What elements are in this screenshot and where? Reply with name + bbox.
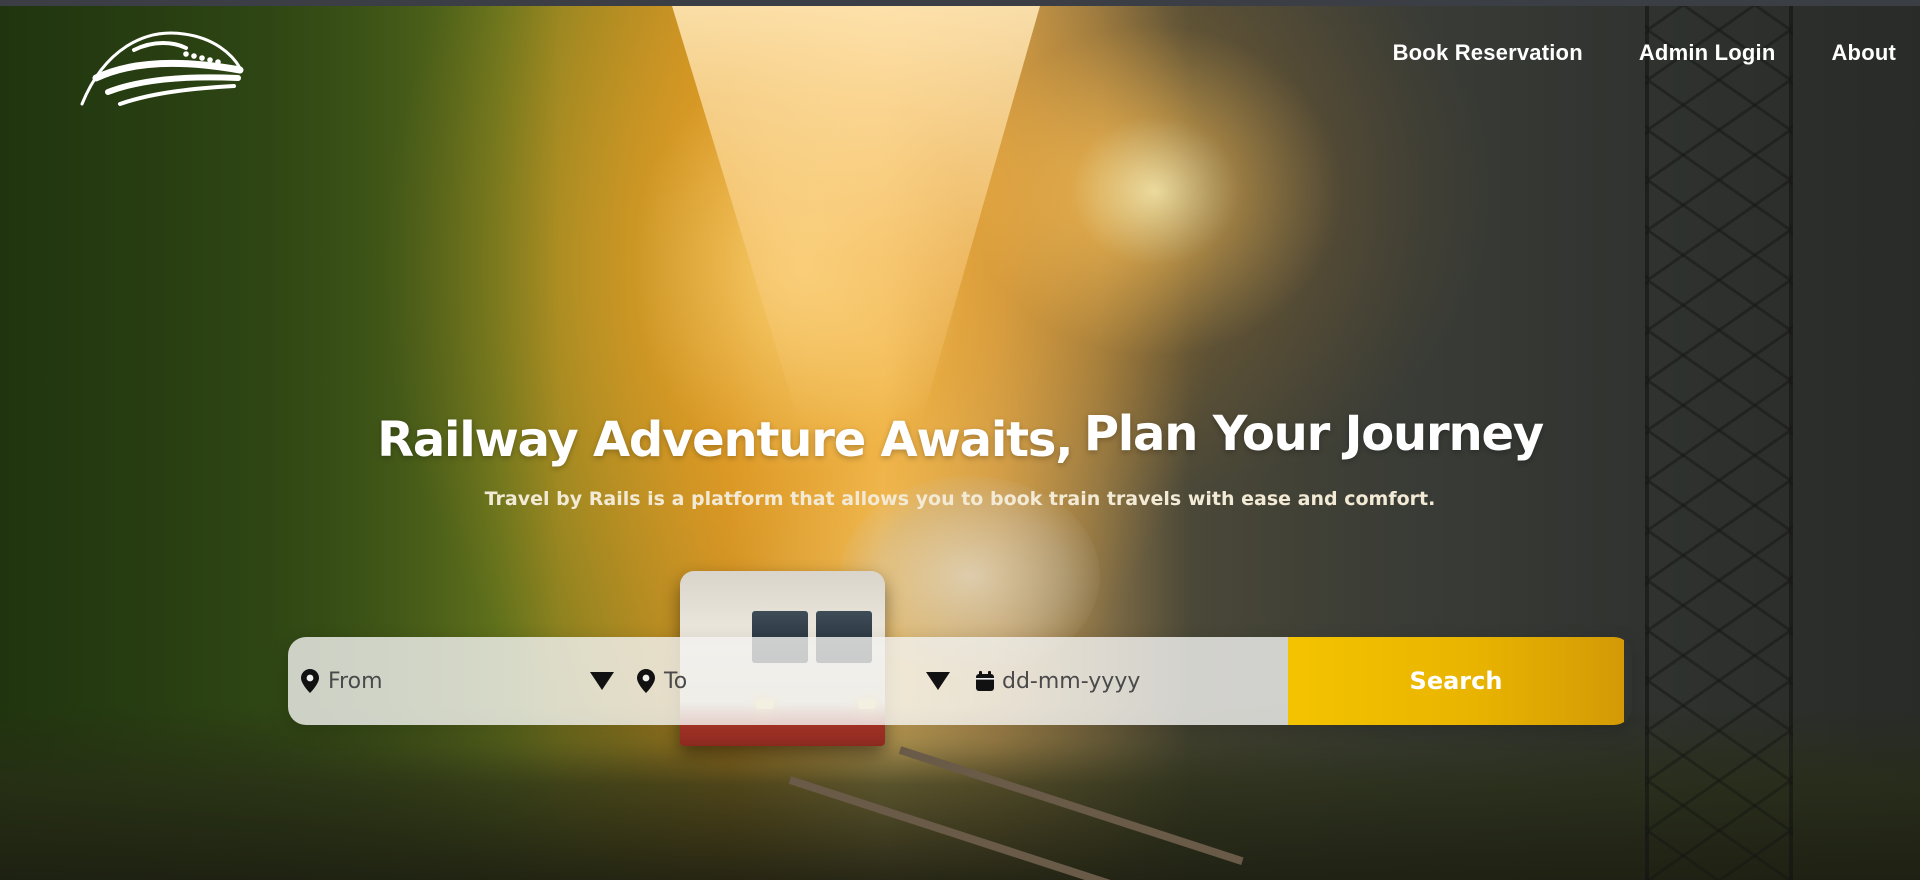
ground — [0, 706, 1920, 880]
nav-link-book-reservation[interactable]: Book Reservation — [1393, 40, 1583, 66]
chevron-down-icon[interactable] — [924, 667, 952, 695]
train-logo-icon — [80, 31, 244, 106]
hero-headline: Railway Adventure Awaits, Plan Your Jour… — [0, 406, 1920, 468]
to-placeholder: To — [664, 668, 688, 694]
to-station-select[interactable]: To — [624, 637, 960, 725]
top-navbar: Book Reservation Admin Login About — [0, 6, 1920, 106]
train-logo[interactable] — [74, 20, 244, 112]
headline-part-2: Plan Your Journey — [1083, 406, 1544, 462]
headline-part-1: Railway Adventure Awaits, — [377, 412, 1073, 468]
calendar-icon — [972, 666, 998, 696]
date-placeholder: dd-mm-yyyy — [1002, 668, 1141, 694]
from-placeholder: From — [328, 668, 383, 694]
nav-link-about[interactable]: About — [1831, 40, 1896, 66]
chevron-down-icon[interactable] — [588, 667, 616, 695]
nav-links: Book Reservation Admin Login About — [1393, 40, 1896, 66]
search-button[interactable]: Search — [1288, 637, 1624, 725]
location-pin-icon — [632, 666, 660, 696]
location-pin-icon — [296, 666, 324, 696]
journey-search-bar: From To dd-mm-yyyy Search — [288, 637, 1632, 725]
travel-date-input[interactable]: dd-mm-yyyy — [960, 637, 1288, 725]
from-station-select[interactable]: From — [288, 637, 624, 725]
hero-subheadline: Travel by Rails is a platform that allow… — [484, 488, 1436, 510]
nav-link-admin-login[interactable]: Admin Login — [1639, 40, 1776, 66]
